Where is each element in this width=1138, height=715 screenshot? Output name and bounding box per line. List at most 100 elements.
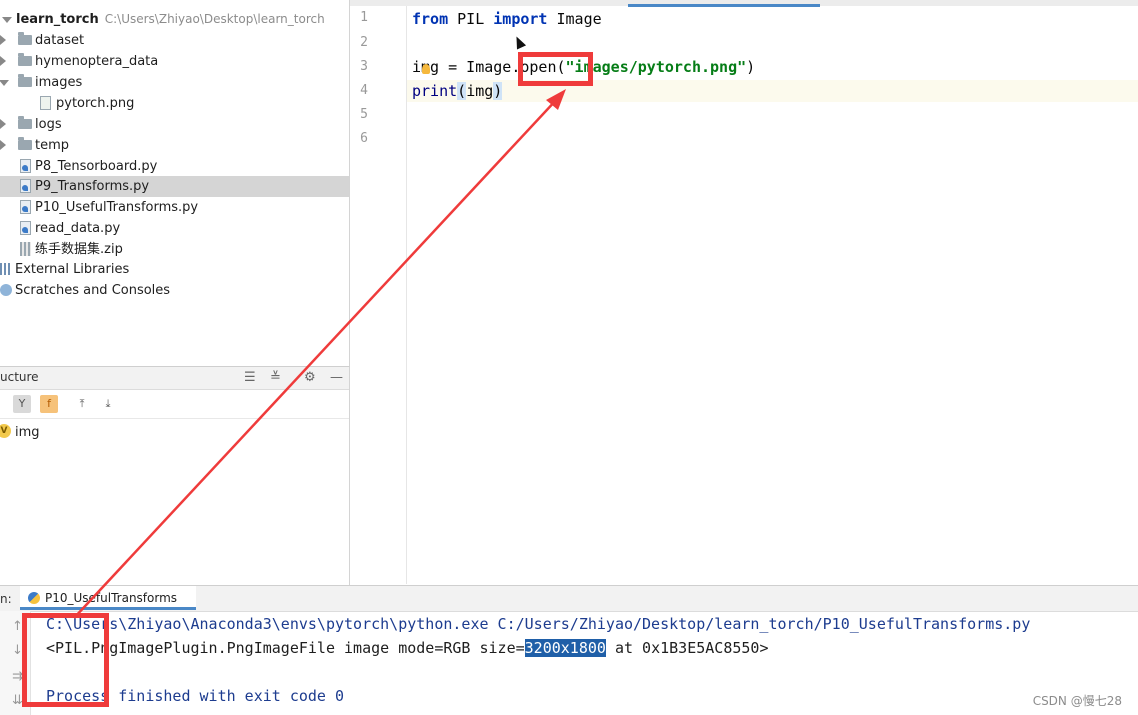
python-icon: [28, 592, 40, 604]
python-file-icon: [20, 200, 31, 214]
image-file-icon: [40, 96, 51, 110]
tree-item-temp[interactable]: temp: [0, 135, 349, 156]
paren-close: ): [493, 82, 503, 100]
console-command-line: C:\Users\Zhiyao\Anaconda3\envs\pytorch\p…: [46, 615, 1031, 633]
python-file-icon: [20, 159, 31, 173]
tree-item-p9-transforms[interactable]: P9_Transforms.py: [0, 176, 349, 197]
structure-header: ucture ☰ ≚ ⚙ —: [0, 367, 349, 390]
structure-toolbar: Y f ⤒ ⤓: [0, 390, 349, 419]
tree-item-read-data[interactable]: read_data.py: [0, 218, 349, 239]
tree-item-p10-usefultransforms[interactable]: P10_UsefulTransforms.py: [0, 197, 349, 218]
tree-item-label: P9_Transforms.py: [35, 179, 150, 194]
tree-item-label: read_data.py: [35, 221, 121, 236]
library-icon: [0, 263, 12, 275]
show-fields-icon[interactable]: f: [40, 395, 58, 413]
code-close-paren: ): [746, 58, 756, 76]
line-number: 5: [360, 107, 368, 122]
tree-item-scratches[interactable]: Scratches and Consoles: [0, 280, 349, 301]
imported-name: Image: [547, 10, 602, 28]
line-number: 3: [360, 59, 368, 74]
structure-entry-img[interactable]: V img: [0, 422, 349, 443]
line-number: 1: [360, 10, 368, 25]
chevron-right-icon[interactable]: [0, 119, 6, 129]
structure-title: ucture: [0, 370, 39, 384]
code-line-4[interactable]: print(img): [412, 80, 503, 102]
keyword-from: from: [412, 10, 449, 28]
tree-item-zip[interactable]: 练手数据集.zip: [0, 239, 349, 260]
python-file-icon: [20, 179, 31, 193]
mouse-cursor-icon: [511, 34, 527, 50]
scratches-icon: [0, 284, 12, 296]
run-panel-title: n:: [0, 592, 12, 606]
collapse-all-icon[interactable]: ≚: [270, 370, 281, 386]
annotation-box-output: [22, 613, 109, 707]
paren-open: (: [457, 82, 467, 100]
code-line-1[interactable]: from PIL import Image: [412, 8, 602, 30]
project-root-row[interactable]: learn_torch C:\Users\Zhiyao\Desktop\learn…: [0, 9, 349, 30]
module-name: PIL: [448, 10, 494, 28]
annotation-box-open: [518, 52, 593, 86]
lightbulb-icon[interactable]: [422, 64, 430, 74]
run-tab[interactable]: P10_UsefulTransforms: [20, 586, 196, 610]
folder-icon: [18, 74, 32, 87]
tree-item-label: External Libraries: [15, 262, 130, 277]
folder-icon: [18, 137, 32, 150]
sort-icon[interactable]: Y: [13, 395, 31, 413]
code-editor[interactable]: 1 2 3 4 5 6 from PIL import Image img = …: [350, 0, 1138, 584]
tree-item-label: P8_Tensorboard.py: [35, 159, 158, 174]
chevron-right-icon[interactable]: [0, 56, 6, 66]
tree-item-label: pytorch.png: [56, 96, 135, 111]
line-number: 6: [360, 131, 368, 146]
project-root-path: C:\Users\Zhiyao\Desktop\learn_torch: [104, 12, 325, 26]
align-center-icon[interactable]: ☰: [244, 370, 256, 386]
line-number: 2: [360, 35, 368, 50]
tree-item-pytorch-png[interactable]: pytorch.png: [0, 93, 349, 114]
structure-panel: ucture ☰ ≚ ⚙ — Y f ⤒ ⤓ V img: [0, 366, 350, 585]
run-panel: n: P10_UsefulTransforms ↑ ↓ ⇉ ⇊ C:\Users…: [0, 585, 1138, 715]
expand-all-icon[interactable]: ⤒: [73, 395, 91, 413]
tree-item-hymenoptera-data[interactable]: hymenoptera_data: [0, 51, 349, 72]
tree-item-images[interactable]: images: [0, 72, 349, 93]
line-number-gutter: 1 2 3 4 5 6: [350, 6, 407, 584]
tree-item-external-libraries[interactable]: External Libraries: [0, 259, 349, 280]
run-tab-bar: n: P10_UsefulTransforms: [0, 586, 1138, 612]
console-output-line: <PIL.PngImagePlugin.PngImageFile image m…: [46, 637, 768, 659]
tree-item-dataset[interactable]: dataset: [0, 30, 349, 51]
run-tab-label: P10_UsefulTransforms: [45, 591, 178, 605]
tree-item-label: logs: [35, 117, 62, 132]
active-tab-indicator: [628, 4, 820, 7]
tree-item-label: hymenoptera_data: [35, 54, 159, 69]
python-file-icon: [20, 221, 31, 235]
selected-size-text[interactable]: 3200x1800: [524, 639, 606, 657]
line-number: 4: [360, 83, 368, 98]
watermark: CSDN @慢七28: [1032, 694, 1122, 708]
folder-icon: [18, 53, 32, 66]
gear-icon[interactable]: ⚙: [304, 370, 316, 386]
collapse-icon[interactable]: ⤓: [99, 395, 117, 413]
chevron-down-icon[interactable]: [0, 80, 9, 86]
folder-icon: [18, 116, 32, 129]
tree-item-label: P10_UsefulTransforms.py: [35, 200, 199, 215]
keyword-import: import: [493, 10, 548, 28]
tree-item-p8-tensorboard[interactable]: P8_Tensorboard.py: [0, 156, 349, 177]
console-output-start: <PIL.PngImagePlugin.PngImageFile image m…: [46, 639, 525, 657]
folder-icon: [18, 32, 32, 45]
project-root-name: learn_torch: [16, 12, 99, 27]
tree-item-label: 练手数据集.zip: [35, 242, 123, 257]
structure-entry-label: img: [15, 425, 40, 440]
code-argument: img: [466, 82, 494, 100]
tree-item-label: Scratches and Consoles: [15, 283, 171, 298]
tree-item-label: dataset: [35, 33, 85, 48]
minimize-icon[interactable]: —: [330, 370, 343, 386]
archive-file-icon: [20, 242, 31, 256]
tree-item-logs[interactable]: logs: [0, 114, 349, 135]
project-panel: learn_torch C:\Users\Zhiyao\Desktop\learn…: [0, 0, 350, 366]
variable-icon: V: [0, 424, 11, 438]
chevron-right-icon[interactable]: [0, 140, 6, 150]
tree-item-label: images: [35, 75, 83, 90]
tree-item-label: temp: [35, 138, 70, 153]
current-line-highlight: [407, 80, 1138, 102]
console-output-end: at 0x1B3E5AC8550>: [605, 639, 769, 657]
builtin-print: print: [412, 82, 458, 100]
chevron-right-icon[interactable]: [0, 35, 6, 45]
